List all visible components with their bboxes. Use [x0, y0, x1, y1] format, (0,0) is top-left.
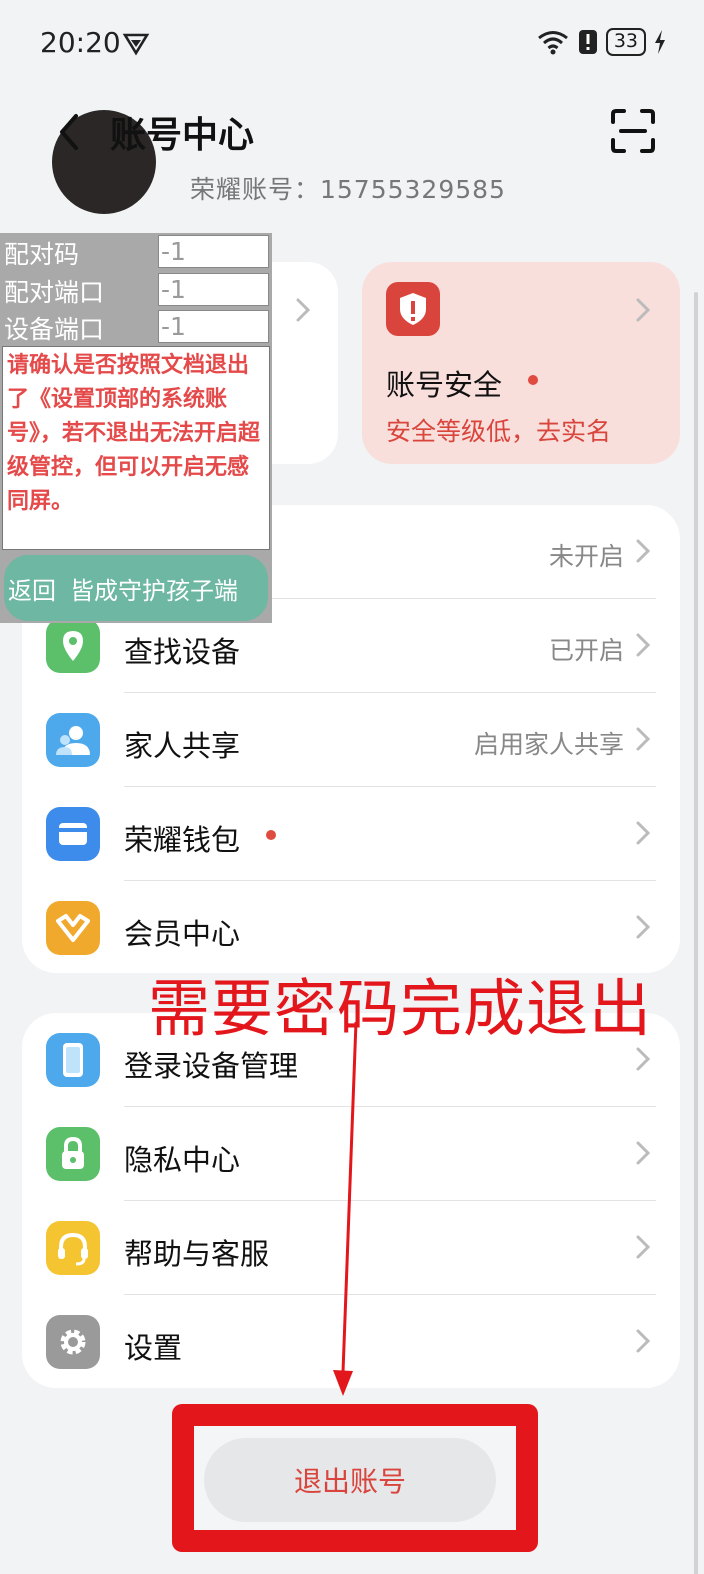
chevron-right-icon	[636, 539, 651, 563]
row-label: 查找设备	[124, 635, 241, 669]
notification-dot	[266, 830, 276, 840]
row-label: 隐私中心	[124, 1143, 241, 1177]
vip-icon	[46, 901, 100, 955]
charging-icon	[655, 30, 665, 54]
list-item-settings[interactable]: 设置	[22, 1295, 680, 1389]
list-item-privacy[interactable]: 隐私中心	[22, 1107, 680, 1201]
vpn-shield-icon	[122, 33, 150, 56]
logout-highlight-box: 退出账号	[172, 1404, 538, 1552]
pair-port-row: 配对端口 -1	[0, 271, 272, 307]
status-time: 20:20	[40, 26, 121, 59]
pair-port-input[interactable]: -1	[158, 273, 269, 306]
row-label: 设置	[124, 1331, 183, 1365]
gear-icon	[46, 1315, 100, 1369]
pair-code-input[interactable]: -1	[158, 235, 269, 268]
back-arrow-icon[interactable]	[50, 108, 90, 156]
annotation-text: 需要密码完成退出	[148, 972, 653, 1045]
security-subtitle: 安全等级低，去实名	[386, 417, 612, 446]
scan-icon[interactable]	[610, 108, 656, 154]
pair-port-label: 配对端口	[4, 278, 105, 307]
wifi-icon	[537, 31, 568, 55]
logout-button[interactable]: 退出账号	[204, 1438, 496, 1522]
account-security-card[interactable]: 账号安全 安全等级低，去实名	[362, 262, 680, 464]
row-value: 已开启	[548, 636, 624, 665]
pairing-overlay: 配对码 -1 配对端口 -1 设备端口 -1 请确认是否按照文档退出了《设置顶部…	[0, 233, 272, 623]
chevron-right-icon	[636, 1141, 651, 1165]
device-port-label: 设备端口	[4, 315, 105, 344]
chevron-right-icon	[636, 1235, 651, 1259]
overlay-action-bar: 返回 皆成守护孩子端	[4, 555, 268, 621]
guard-child-button[interactable]: 皆成守护孩子端	[70, 571, 238, 606]
chevron-right-icon	[296, 298, 311, 322]
chevron-right-icon	[636, 1047, 651, 1071]
lock-icon	[46, 1127, 100, 1181]
row-label: 帮助与客服	[124, 1237, 270, 1271]
back-button[interactable]: 返回	[8, 571, 56, 606]
row-value: 启用家人共享	[473, 730, 624, 759]
status-bar: 20:20 33	[0, 0, 704, 86]
notification-dot	[528, 375, 538, 385]
device-port-row: 设备端口 -1	[0, 308, 272, 344]
settings-group-2: 登录设备管理 隐私中心 帮助与客服 设置	[22, 1013, 680, 1388]
quick-card-left[interactable]	[272, 262, 338, 464]
wallet-icon	[46, 807, 100, 861]
row-label: 荣耀钱包	[124, 823, 241, 857]
pair-code-row: 配对码 -1	[0, 233, 272, 269]
chevron-right-icon	[636, 821, 651, 845]
list-item-family-share[interactable]: 家人共享 启用家人共享	[22, 693, 680, 787]
scrollbar[interactable]	[694, 292, 698, 1574]
chevron-right-icon	[636, 915, 651, 939]
security-title: 账号安全	[386, 368, 503, 402]
row-value: 未开启	[548, 542, 624, 571]
headset-icon	[46, 1221, 100, 1275]
alert-icon	[578, 30, 597, 54]
chevron-right-icon	[636, 633, 651, 657]
location-pin-icon	[46, 619, 100, 673]
status-icons: 33	[536, 28, 666, 56]
row-label: 家人共享	[124, 729, 241, 763]
warning-note: 请确认是否按照文档退出了《设置顶部的系统账号》，若不退出无法开启超级管控，但可以…	[2, 346, 270, 550]
chevron-right-icon	[636, 727, 651, 751]
family-share-icon	[46, 713, 100, 767]
row-label: 登录设备管理	[124, 1049, 299, 1083]
chevron-right-icon	[636, 1329, 651, 1353]
header: 账号中心	[0, 90, 704, 174]
row-label: 会员中心	[124, 917, 241, 951]
security-shield-icon	[386, 282, 440, 336]
page-title: 账号中心	[110, 115, 255, 156]
pair-code-label: 配对码	[4, 240, 80, 269]
chevron-right-icon	[636, 298, 651, 322]
account-id-text: 荣耀账号：15755329585	[190, 175, 506, 204]
list-item-help[interactable]: 帮助与客服	[22, 1201, 680, 1295]
battery-level: 33	[605, 28, 646, 56]
device-icon	[46, 1033, 100, 1087]
device-port-input[interactable]: -1	[158, 310, 269, 343]
list-item-wallet[interactable]: 荣耀钱包	[22, 787, 680, 881]
